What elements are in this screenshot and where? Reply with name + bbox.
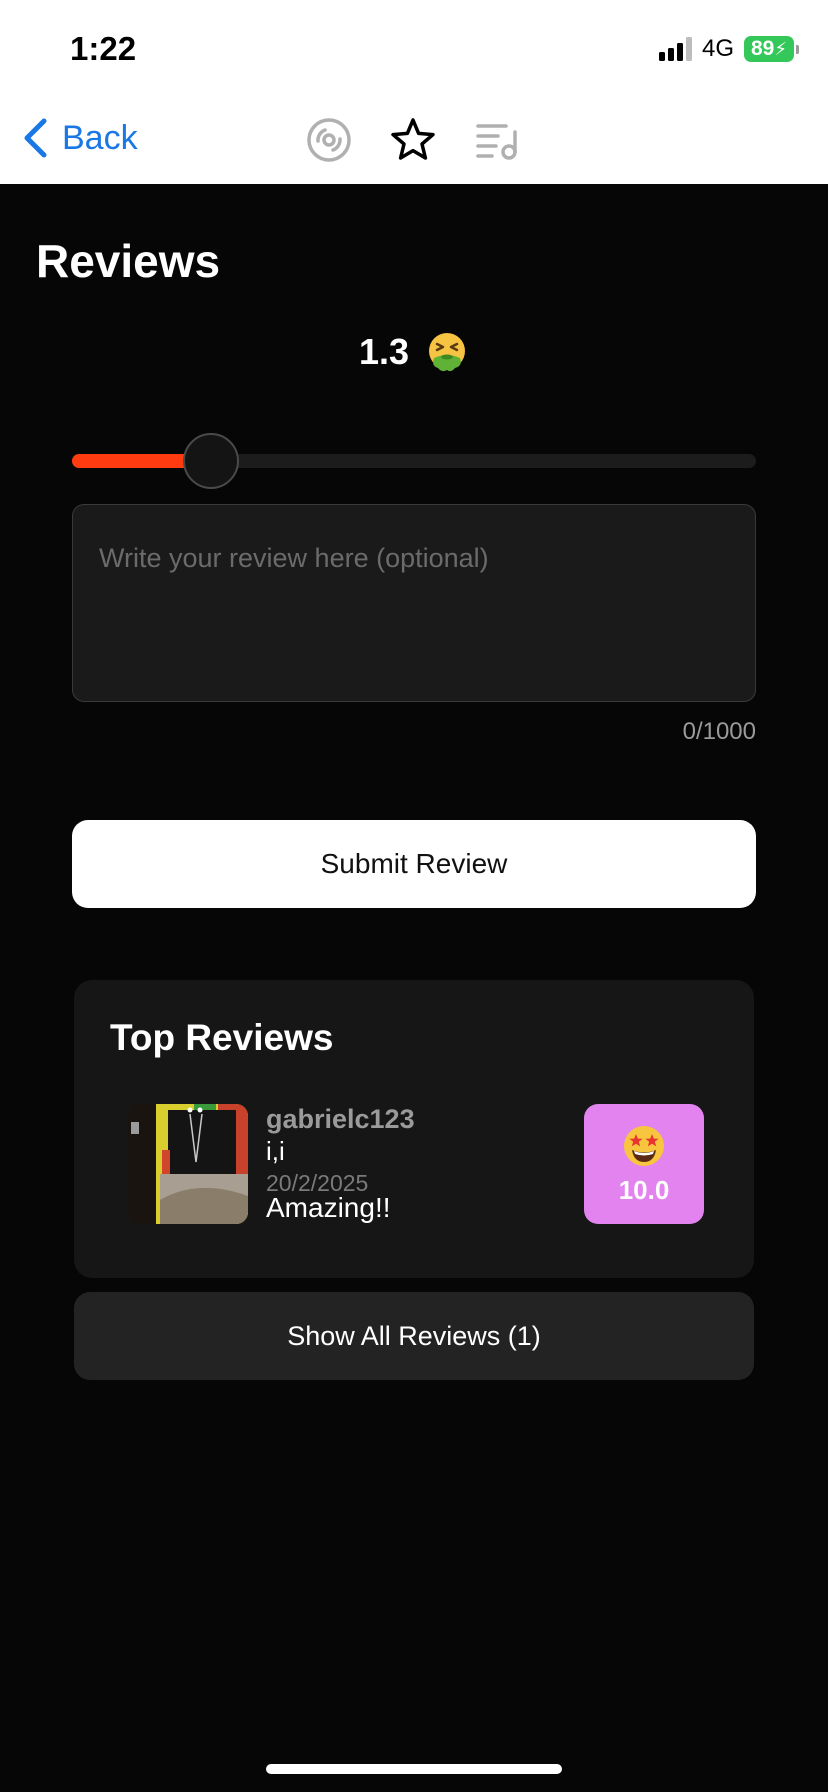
top-reviews-title: Top Reviews (110, 1017, 334, 1058)
review-album-title: i,i (266, 1136, 285, 1166)
rating-slider[interactable] (72, 427, 756, 493)
network-type: 4G (701, 35, 734, 62)
album-cover-image (128, 1104, 248, 1224)
rating-value: 1.3 (358, 331, 410, 372)
chevron-left-icon (24, 118, 47, 158)
status-bar: 1:22 4G 89 ⚡ (0, 0, 828, 96)
home-indicator (266, 1764, 562, 1774)
score-badge: 10.0 (584, 1104, 704, 1224)
slider-thumb[interactable] (183, 433, 240, 489)
nav-bar: Back (0, 96, 828, 184)
back-label: Back (62, 118, 138, 157)
nauseated-face-icon (429, 333, 466, 372)
page-title: Reviews (36, 235, 221, 287)
star-icon[interactable] (389, 116, 437, 164)
show-all-reviews-button[interactable]: Show All Reviews (1) (74, 1292, 754, 1380)
review-input[interactable] (72, 504, 756, 702)
status-time: 1:22 (70, 30, 137, 67)
score-value: 10.0 (618, 1174, 670, 1205)
status-indicators: 4G 89 ⚡ (658, 34, 799, 64)
music-queue-icon[interactable] (474, 116, 522, 164)
back-button[interactable]: Back (22, 114, 138, 162)
review-item[interactable]: gabrielc123 i,i 20/2/2025 Amazing!! 10.0 (128, 1104, 704, 1224)
battery-level: 89 (751, 37, 775, 60)
battery-icon: 89 ⚡ (744, 36, 799, 62)
star-struck-icon (624, 1125, 664, 1166)
top-reviews-section: Top Reviews gabrielc123 i,i 20/2/2025 Am… (74, 980, 754, 1278)
review-text: Amazing!! (266, 1192, 391, 1223)
disc-icon[interactable] (305, 116, 353, 164)
submit-review-button[interactable]: Submit Review (72, 820, 756, 908)
review-username[interactable]: gabrielc123 (266, 1104, 415, 1135)
char-count: 0/1000 (682, 718, 756, 745)
rating-display: 1.3 (0, 330, 828, 374)
signal-icon (658, 37, 692, 61)
